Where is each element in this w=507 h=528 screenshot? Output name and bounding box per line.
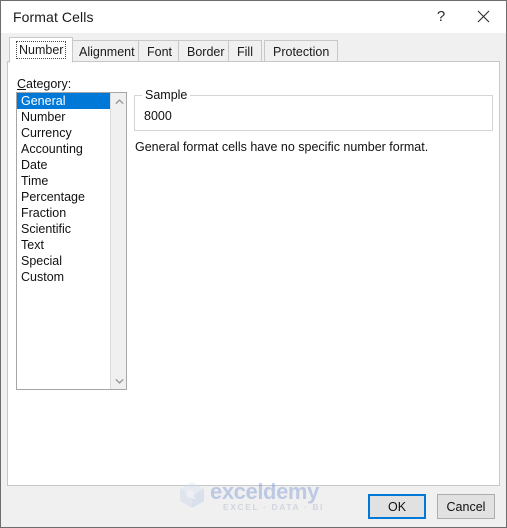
tab-strip: Number Alignment Font Border Fill Protec… <box>1 33 506 63</box>
dialog-title: Format Cells <box>13 9 94 25</box>
watermark-tagline: EXCEL · DATA · BI <box>223 502 325 512</box>
category-item[interactable]: Fraction <box>17 205 110 221</box>
tab-border[interactable]: Border <box>178 40 234 62</box>
format-description: General format cells have no specific nu… <box>135 140 429 154</box>
tab-fill[interactable]: Fill <box>228 40 262 62</box>
category-item[interactable]: Time <box>17 173 110 189</box>
category-item[interactable]: Percentage <box>17 189 110 205</box>
category-scrollbar[interactable] <box>110 93 126 389</box>
sample-value: 8000 <box>144 109 172 123</box>
cancel-button[interactable]: Cancel <box>437 494 495 519</box>
category-label: Category: <box>17 77 72 91</box>
category-item[interactable]: Special <box>17 253 110 269</box>
category-item-container: General Number Currency Accounting Date Time P… <box>17 93 110 285</box>
help-button[interactable]: ? <box>424 1 458 32</box>
sample-legend: Sample <box>142 88 191 102</box>
tab-alignment[interactable]: Alignment <box>70 40 144 62</box>
category-item[interactable]: Date <box>17 157 110 173</box>
scroll-up-icon[interactable] <box>111 93 126 110</box>
close-icon <box>477 10 490 23</box>
close-button[interactable] <box>466 1 500 32</box>
number-tab-panel: Category: General Number Currency Accountin… <box>7 61 500 486</box>
category-listbox[interactable]: General Number Currency Accounting Date Time P… <box>16 92 127 390</box>
ok-button[interactable]: OK <box>368 494 426 519</box>
tab-number[interactable]: Number <box>9 37 74 63</box>
tab-font[interactable]: Font <box>138 40 182 62</box>
category-item[interactable]: Custom <box>17 269 110 285</box>
title-bar: Format Cells ? <box>1 1 506 33</box>
category-item[interactable]: Scientific <box>17 221 110 237</box>
category-item[interactable]: Text <box>17 237 110 253</box>
tab-protection[interactable]: Protection <box>264 40 339 62</box>
question-mark-icon: ? <box>436 8 446 25</box>
format-cells-dialog: Format Cells ? Number Alignment Font Bor… <box>0 0 507 528</box>
category-item[interactable]: Number <box>17 109 110 125</box>
category-item[interactable]: Currency <box>17 125 110 141</box>
category-item[interactable]: General <box>17 93 110 109</box>
category-item[interactable]: Accounting <box>17 141 110 157</box>
scroll-down-icon[interactable] <box>111 372 126 389</box>
sample-groupbox: Sample 8000 <box>134 88 493 131</box>
